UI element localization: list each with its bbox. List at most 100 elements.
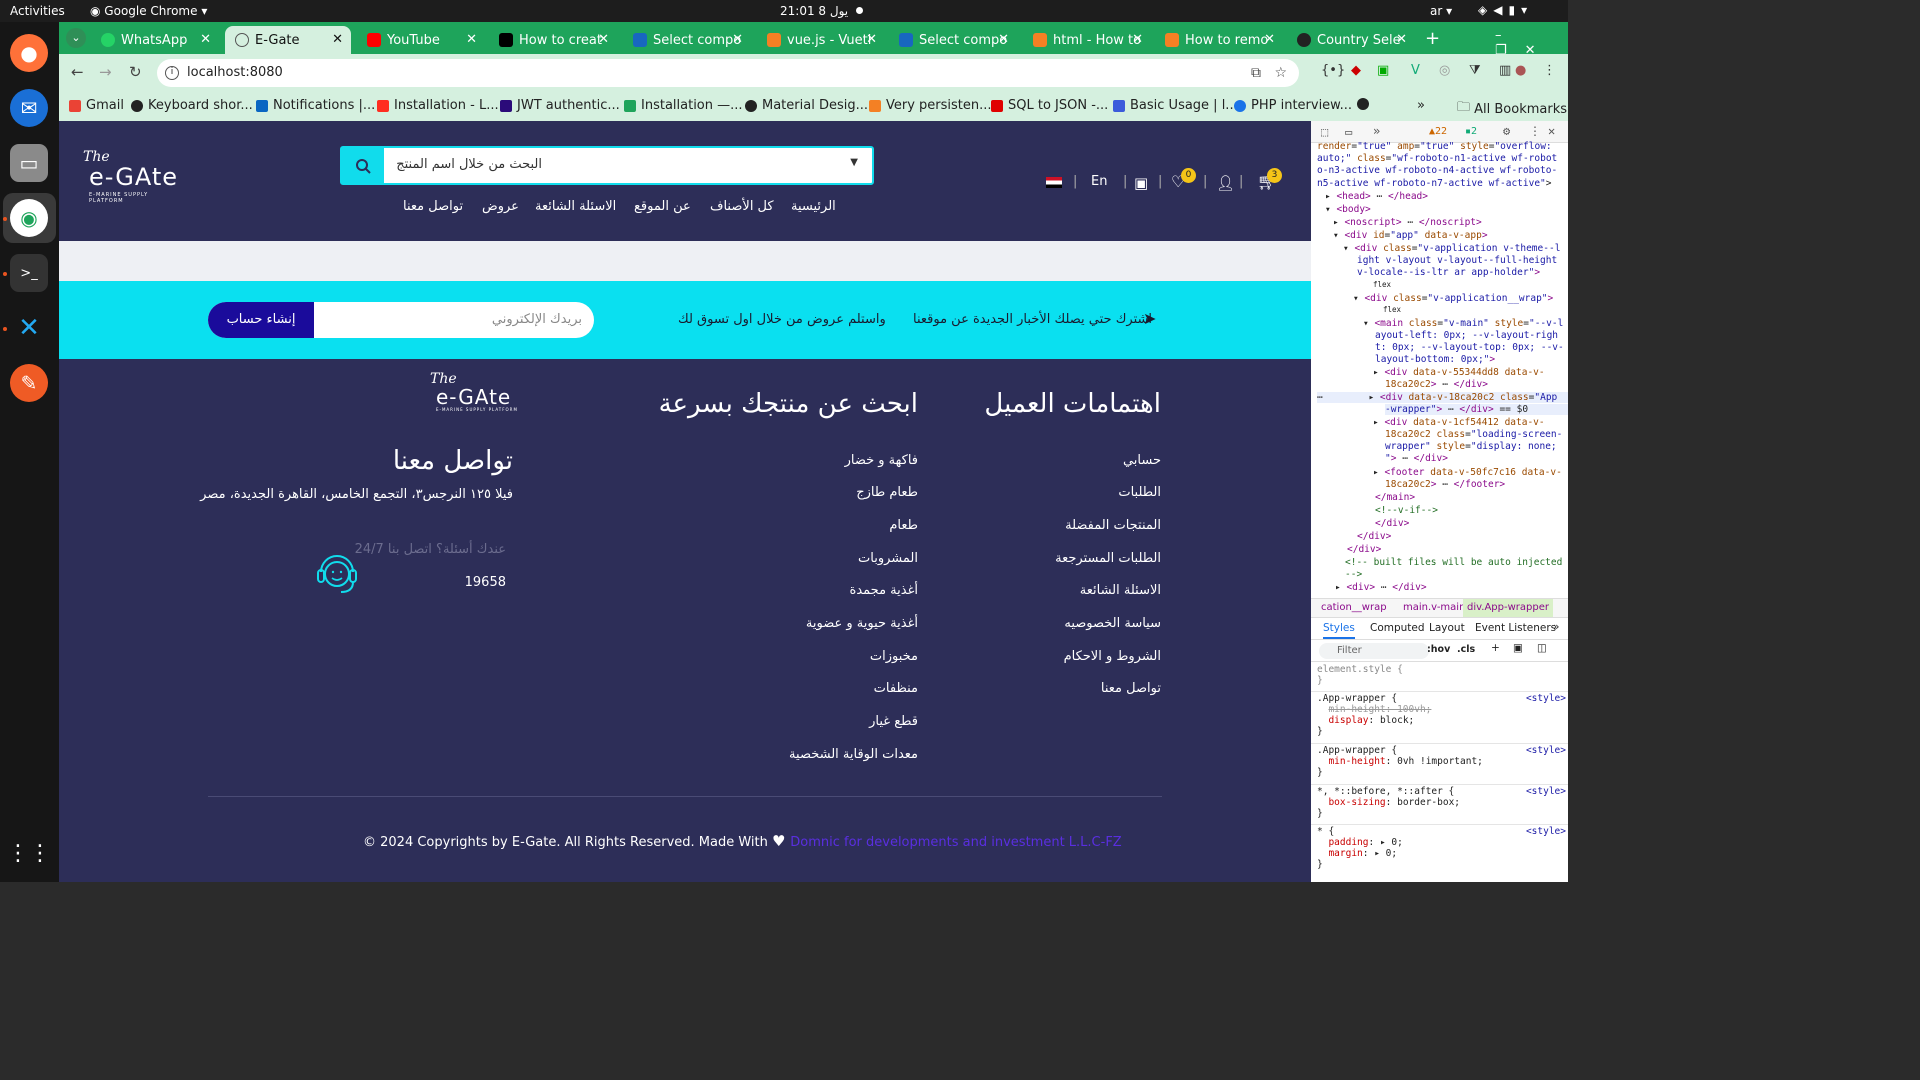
tab-egate[interactable]: E-Gate ✕ [225, 26, 351, 54]
footer-link[interactable]: قطع غيار [869, 714, 918, 729]
dom-line[interactable]: <!--v-if--> [1375, 505, 1568, 516]
close-icon[interactable]: ✕ [732, 32, 743, 47]
messages-count[interactable]: ▪2 [1465, 126, 1477, 137]
bookmarks-overflow-icon[interactable]: » [1417, 98, 1425, 113]
dom-line[interactable]: </main> [1375, 492, 1568, 503]
footer-link[interactable]: المشروبات [858, 551, 918, 566]
device-toggle-icon[interactable]: ▭ [1345, 125, 1352, 139]
footer-link[interactable]: مخبوزات [870, 649, 918, 664]
dom-line[interactable]: ▸ <div data-v-1cf54412 data-v- [1373, 417, 1568, 428]
terminal-icon[interactable]: >_ [10, 254, 48, 292]
dom-line[interactable]: ▾ <div class="v-application__wrap"> [1353, 293, 1568, 304]
flex-badge[interactable]: flex [1373, 280, 1568, 289]
dom-line[interactable]: ▸ <noscript> ⋯ </noscript> [1333, 217, 1568, 228]
vscode-icon[interactable]: ✕ [10, 309, 48, 347]
nav-all-categories[interactable]: كل الأصناف [710, 199, 774, 214]
warnings-count[interactable]: ▲22 [1429, 126, 1447, 137]
nav-faq[interactable]: الاسئلة الشائعة [535, 199, 616, 214]
close-icon[interactable]: ✕ [466, 32, 477, 47]
extension-new-icon[interactable]: ▣ [1377, 63, 1389, 78]
settings-gear-icon[interactable]: ⚙ [1503, 124, 1510, 138]
flex-badge[interactable]: flex [1383, 305, 1568, 314]
minimize-icon[interactable]: – [1495, 28, 1520, 43]
tab-html-how-to[interactable]: html - How to ✕ [1023, 26, 1151, 54]
extensions-puzzle-icon[interactable]: ⧩ [1469, 63, 1481, 78]
footer-logo[interactable]: The e-GAte E-MARINE SUPPLY PLATFORM [430, 371, 520, 415]
dom-line[interactable]: "> ⋯ </div> [1385, 453, 1568, 464]
footer-link[interactable]: طعام طازج [856, 485, 918, 500]
wallet-icon[interactable]: ▣ [1134, 174, 1148, 192]
footer-link[interactable]: أغذية مجمدة [850, 583, 918, 598]
footer-link[interactable]: أغذية حيوية و عضوية [806, 616, 918, 631]
bookmark-item[interactable]: Material Desig... [745, 98, 868, 113]
cls-toggle[interactable]: .cls [1457, 644, 1475, 655]
tab-whatsapp[interactable]: WhatsApp ✕ [91, 26, 219, 54]
dom-line[interactable]: ayout-left: 0px; --v-layout-righ [1375, 330, 1568, 341]
breadcrumb-item[interactable]: cation__wrap [1321, 602, 1387, 613]
close-icon[interactable]: ✕ [866, 32, 877, 47]
dom-line[interactable]: 18ca20c2> ⋯ </div> [1385, 379, 1568, 390]
close-icon[interactable]: ✕ [998, 32, 1009, 47]
all-bookmarks-button[interactable]: 🗀 All Bookmarks [1457, 98, 1567, 120]
dom-line[interactable]: ▾ <div class="v-application v-theme--l [1343, 243, 1568, 254]
profile-avatar[interactable]: ● [1515, 63, 1526, 78]
dom-line[interactable]: </div> [1375, 518, 1568, 529]
dom-line[interactable]: o-n3-active wf-roboto-n4-active wf-robot… [1317, 165, 1562, 176]
more-tabs-icon[interactable]: » [1553, 621, 1559, 633]
styles-filter-input[interactable]: Filter [1319, 643, 1429, 659]
site-info-icon[interactable]: i [165, 66, 179, 80]
rule-source[interactable]: <style> [1526, 693, 1566, 704]
rule-source[interactable]: <style> [1526, 826, 1566, 837]
close-icon[interactable]: ✕ [332, 32, 343, 47]
postman-icon[interactable]: ✎ [10, 364, 48, 402]
phone-number[interactable]: 19658 [465, 575, 506, 590]
dom-line[interactable]: ▸ <head> ⋯ </head> [1325, 191, 1568, 202]
nav-offers[interactable]: عروض [482, 199, 519, 214]
footer-link[interactable]: منظفات [874, 681, 918, 696]
nav-about[interactable]: عن الموقع [634, 199, 691, 214]
bookmark-star-icon[interactable]: ☆ [1274, 59, 1287, 87]
create-account-button[interactable]: إنشاء حساب [208, 302, 314, 338]
vue-devtools-icon[interactable]: V [1411, 63, 1420, 78]
footer-link[interactable]: معدات الوقاية الشخصية [789, 747, 918, 762]
dom-line-selected[interactable]: ⋯ ▸ <div data-v-18ca20c2 class="App [1317, 392, 1568, 403]
hov-toggle[interactable]: :hov [1427, 644, 1450, 655]
close-devtools-icon[interactable]: ✕ [1548, 124, 1555, 138]
dom-line-selected[interactable]: -wrapper"> ⋯ </div> == $0 [1385, 404, 1568, 415]
address-bar[interactable]: i localhost:8080 ⧉ ☆ [157, 59, 1299, 87]
firefox-icon[interactable]: ● [10, 34, 48, 72]
dom-line[interactable]: wrapper" style="display: none; [1385, 441, 1568, 452]
rule-source[interactable]: <style> [1526, 745, 1566, 756]
dom-line[interactable]: auto;" class="wf-roboto-n1-active wf-rob… [1317, 153, 1562, 164]
clock[interactable]: يول 8 21:01 [780, 4, 848, 18]
nav-contact[interactable]: تواصل معنا [403, 199, 463, 214]
tab-computed[interactable]: Computed [1370, 622, 1425, 634]
dom-line[interactable]: 18ca20c2> ⋯ </footer> [1385, 479, 1568, 490]
close-icon[interactable]: ✕ [1132, 32, 1143, 47]
breadcrumb-item-active[interactable]: div.App-wrapper [1463, 599, 1553, 617]
search-button[interactable] [342, 148, 384, 183]
extension-icon[interactable]: ◎ [1439, 63, 1450, 78]
dom-line[interactable]: ▸ <div data-v-55344dd8 data-v- [1373, 367, 1568, 378]
egypt-flag-icon[interactable] [1046, 177, 1062, 188]
bookmark-item[interactable]: Installation —... [624, 98, 743, 113]
footer-link[interactable]: تواصل معنا [1101, 681, 1161, 696]
tab-country-select[interactable]: Country Sele ✕ [1287, 26, 1415, 54]
footer-link[interactable]: الطلبات [1118, 485, 1161, 500]
bookmark-item[interactable]: PHP interview... [1234, 98, 1352, 113]
inspect-icon[interactable]: ⬚ [1321, 125, 1328, 139]
bookmark-item[interactable]: Keyboard shor... [131, 98, 253, 113]
tab-how-to-create[interactable]: How to creat ✕ [489, 26, 617, 54]
tab-search-button[interactable]: ⌄ [66, 28, 86, 48]
sidebar-toggle-icon[interactable]: ◫ [1537, 642, 1547, 654]
bookmark-item[interactable]: JWT authentic... [500, 98, 620, 113]
bookmark-item[interactable]: Very persisten... [869, 98, 992, 113]
footer-link[interactable]: الشروط و الاحكام [1064, 649, 1161, 664]
devtools-menu-icon[interactable]: ⋮ [1529, 124, 1541, 138]
css-rule[interactable]: element.style {} [1317, 664, 1562, 686]
bookmark-item[interactable]: Gmail [69, 98, 124, 113]
chevron-down-icon[interactable]: ▼ [850, 157, 858, 168]
dom-line[interactable]: layout-bottom: 0px;"> [1375, 354, 1568, 365]
chrome-dock-icon[interactable]: ◉ [10, 199, 48, 237]
company-link[interactable]: Domnic for developments and investment L… [790, 835, 1121, 850]
